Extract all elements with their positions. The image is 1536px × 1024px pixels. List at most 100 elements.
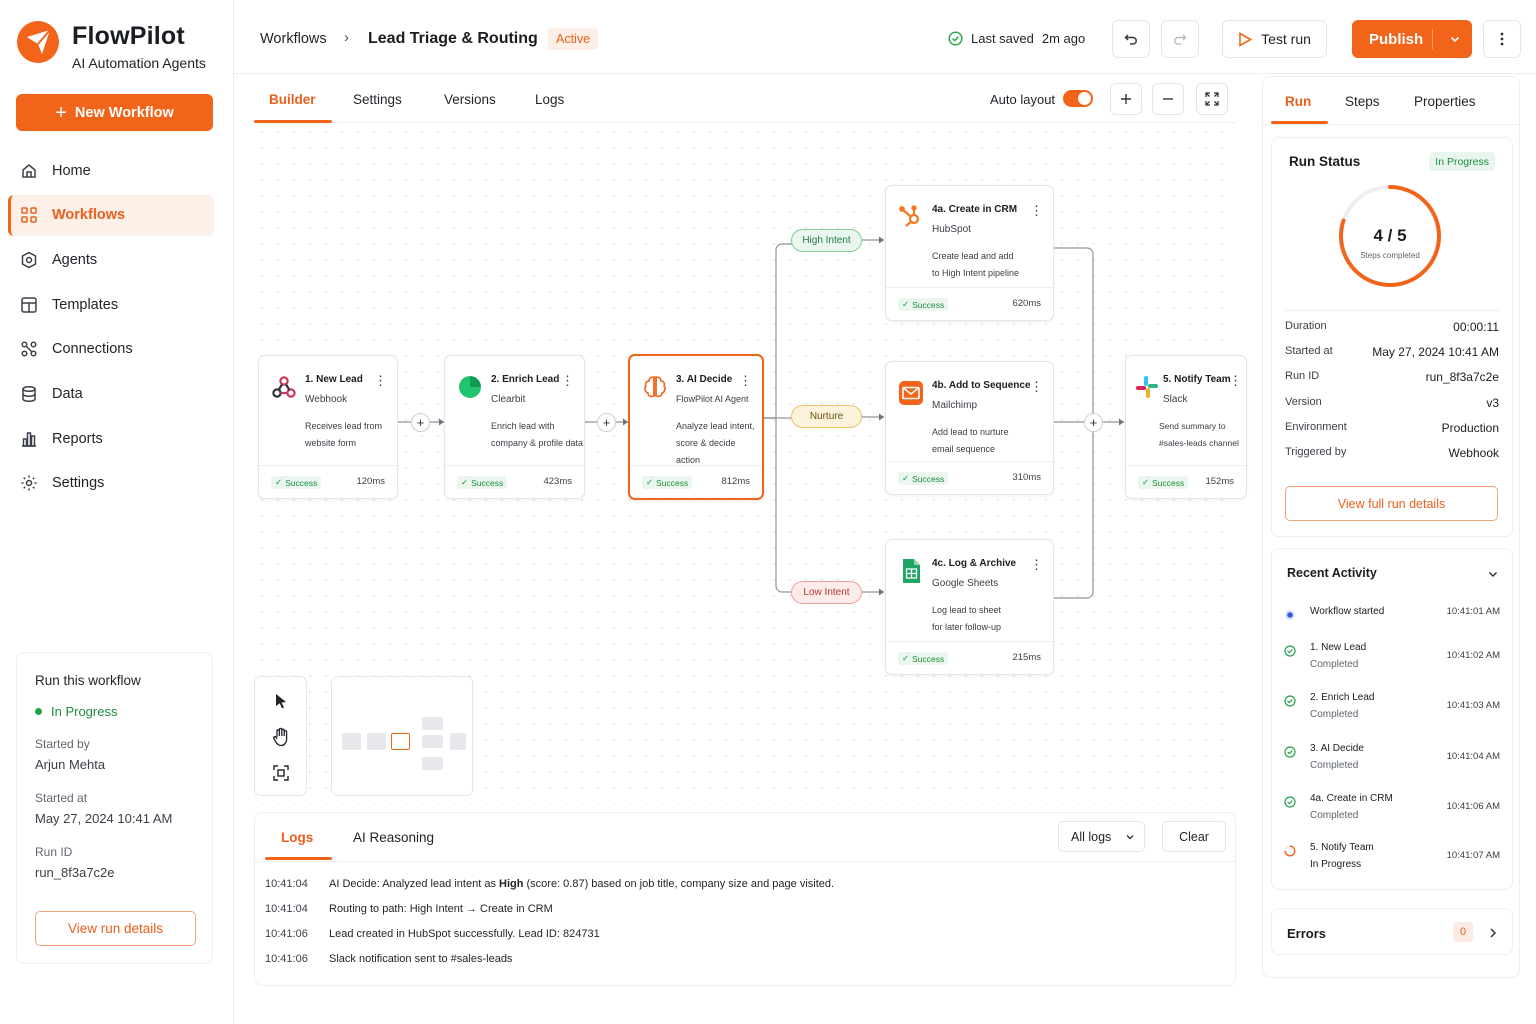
workflow-node-log-and-archive[interactable]: 4c. Log & Archive Google Sheets ⋮ Log le… (885, 539, 1054, 675)
test-run-button[interactable]: Test run (1222, 20, 1327, 58)
clear-logs-button[interactable]: Clear (1162, 821, 1226, 852)
workflow-node-notify-team[interactable]: 5. Notify Team Slack ⋮ Send summary to #… (1125, 355, 1247, 499)
field-key: Version (1285, 396, 1322, 408)
tab-logs[interactable]: Logs (535, 92, 564, 107)
chevron-down-icon[interactable] (1487, 568, 1499, 580)
view-full-run-details-button[interactable]: View full run details (1285, 486, 1498, 521)
plus-icon (1121, 94, 1131, 104)
logs-panel: Logs AI Reasoning All logs Clear 10:41:0… (254, 812, 1236, 986)
branch-low-intent[interactable]: Low Intent (791, 581, 862, 604)
field-value: Production (1441, 421, 1499, 435)
auto-layout-toggle[interactable] (1063, 90, 1093, 107)
redo-button[interactable] (1161, 20, 1199, 58)
tab-builder[interactable]: Builder (269, 92, 316, 107)
activity-time: 10:41:04 AM (1446, 751, 1500, 762)
node-duration: 423ms (543, 476, 572, 487)
branch-nurture[interactable]: Nurture (791, 405, 862, 428)
workflow-node-enrich-lead[interactable]: 2. Enrich Lead Clearbit ⋮ Enrich lead wi… (444, 355, 585, 499)
node-description: Create lead and add to High Intent pipel… (932, 251, 1020, 278)
sidebar-item-reports[interactable]: Reports (8, 418, 214, 459)
chevron-right-icon[interactable] (1488, 927, 1498, 939)
started-by-label: Started by (35, 737, 90, 751)
chevron-right-icon: › (344, 29, 349, 46)
kebab-icon[interactable]: ⋮ (739, 374, 752, 387)
tab-ai-reasoning[interactable]: AI Reasoning (353, 830, 434, 845)
test-run-label: Test run (1261, 31, 1311, 47)
fullscreen-button[interactable] (1196, 83, 1228, 115)
check-circle-icon (1284, 695, 1296, 707)
node-status-label: Success (656, 477, 689, 488)
flowpilot-logo-icon[interactable] (16, 18, 60, 66)
publish-button[interactable]: Publish (1352, 20, 1472, 58)
activity-title: 1. New Lead (1310, 642, 1367, 653)
sidebar-item-connections[interactable]: Connections (8, 329, 214, 370)
zoom-out-button[interactable] (1152, 83, 1184, 115)
kebab-icon[interactable]: ⋮ (1030, 558, 1043, 571)
node-status-badge: ✓ Success (457, 476, 508, 489)
sidebar-item-templates[interactable]: Templates (8, 284, 214, 325)
canvas-minimap[interactable] (331, 676, 473, 796)
started-at-value: May 27, 2024 10:41 AM (35, 811, 173, 826)
field-version: Version v3 (1285, 396, 1499, 410)
new-workflow-button[interactable]: + New Workflow (16, 94, 213, 131)
add-step-button[interactable]: + (1084, 413, 1103, 432)
activity-status: Completed (1310, 709, 1359, 720)
sidebar-item-label: Connections (52, 341, 133, 358)
field-run-id: Run ID run_8f3a7c2e (1285, 370, 1499, 384)
more-options-button[interactable] (1483, 20, 1521, 58)
tab-steps[interactable]: Steps (1345, 94, 1380, 109)
kebab-icon[interactable]: ⋮ (1229, 374, 1242, 387)
workflow-node-create-in-crm[interactable]: 4a. Create in CRM HubSpot ⋮ Create lead … (885, 185, 1054, 321)
node-service: Mailchimp (932, 400, 978, 411)
tab-run[interactable]: Run (1285, 94, 1311, 109)
tab-versions[interactable]: Versions (444, 92, 496, 107)
workflow-node-ai-decide[interactable]: 3. AI Decide FlowPilot AI Agent ⋮ Analyz… (628, 354, 764, 500)
node-service: Clearbit (491, 394, 526, 405)
tab-properties[interactable]: Properties (1414, 94, 1476, 109)
workflow-node-new-lead[interactable]: 1. New Lead Webhook ⋮ Receives lead from… (258, 355, 398, 499)
errors-card[interactable]: Errors 0 (1271, 908, 1513, 955)
view-run-details-button[interactable]: View run details (35, 911, 196, 946)
zoom-in-button[interactable] (1110, 83, 1142, 115)
redo-icon (1174, 34, 1187, 45)
sidebar-item-workflows[interactable]: Workflows (8, 194, 214, 236)
hand-pan-icon[interactable] (272, 727, 291, 747)
chevron-down-icon[interactable] (1448, 32, 1462, 46)
log-filter-select[interactable]: All logs (1058, 821, 1145, 852)
cursor-select-icon[interactable] (274, 693, 288, 709)
sidebar-item-label: Home (52, 162, 91, 179)
sidebar-item-settings[interactable]: Settings (8, 463, 214, 504)
sidebar-item-agents[interactable]: Agents (8, 239, 214, 280)
minimap-node (422, 735, 443, 748)
activity-status: Completed (1310, 760, 1359, 771)
breadcrumb-workflows[interactable]: Workflows (260, 31, 327, 47)
kebab-icon[interactable]: ⋮ (1030, 204, 1043, 217)
undo-button[interactable] (1112, 20, 1150, 58)
run-card-status: In Progress (35, 704, 194, 719)
last-saved-time: 2m ago (1041, 31, 1086, 46)
kebab-icon[interactable]: ⋮ (1030, 380, 1043, 393)
node-title: 2. Enrich Lead (491, 374, 560, 385)
log-message: AI Decide: Analyzed lead intent as High … (329, 878, 834, 890)
sidebar-item-label: Settings (52, 475, 105, 492)
sidebar-item-data[interactable]: Data (8, 373, 214, 414)
kebab-icon[interactable]: ⋮ (561, 374, 574, 387)
kebab-icon[interactable]: ⋮ (374, 374, 387, 387)
sidebar-item-home[interactable]: Home (8, 150, 214, 191)
node-duration: 215ms (1012, 652, 1041, 663)
add-step-button[interactable]: + (411, 413, 430, 432)
canvas-toolbox (254, 676, 307, 796)
webhook-icon (272, 376, 296, 398)
fit-view-icon[interactable] (273, 765, 289, 781)
check-icon: ✓ (461, 477, 469, 487)
top-bar: Workflows › Lead Triage & Routing Active… (234, 0, 1536, 74)
tab-logs-panel[interactable]: Logs (281, 830, 313, 845)
check-circle-icon (1284, 645, 1296, 657)
log-message: Routing to path: High Intent → Create in… (329, 903, 553, 915)
field-started-at: Started at May 27, 2024 10:41 AM (1285, 345, 1499, 359)
check-icon: ✓ (1142, 477, 1150, 487)
tab-settings[interactable]: Settings (353, 92, 402, 107)
workflow-node-add-to-sequence[interactable]: 4b. Add to Sequence Mailchimp ⋮ Add lead… (885, 361, 1054, 495)
add-step-button[interactable]: + (597, 413, 616, 432)
branch-high-intent[interactable]: High Intent (791, 229, 862, 252)
